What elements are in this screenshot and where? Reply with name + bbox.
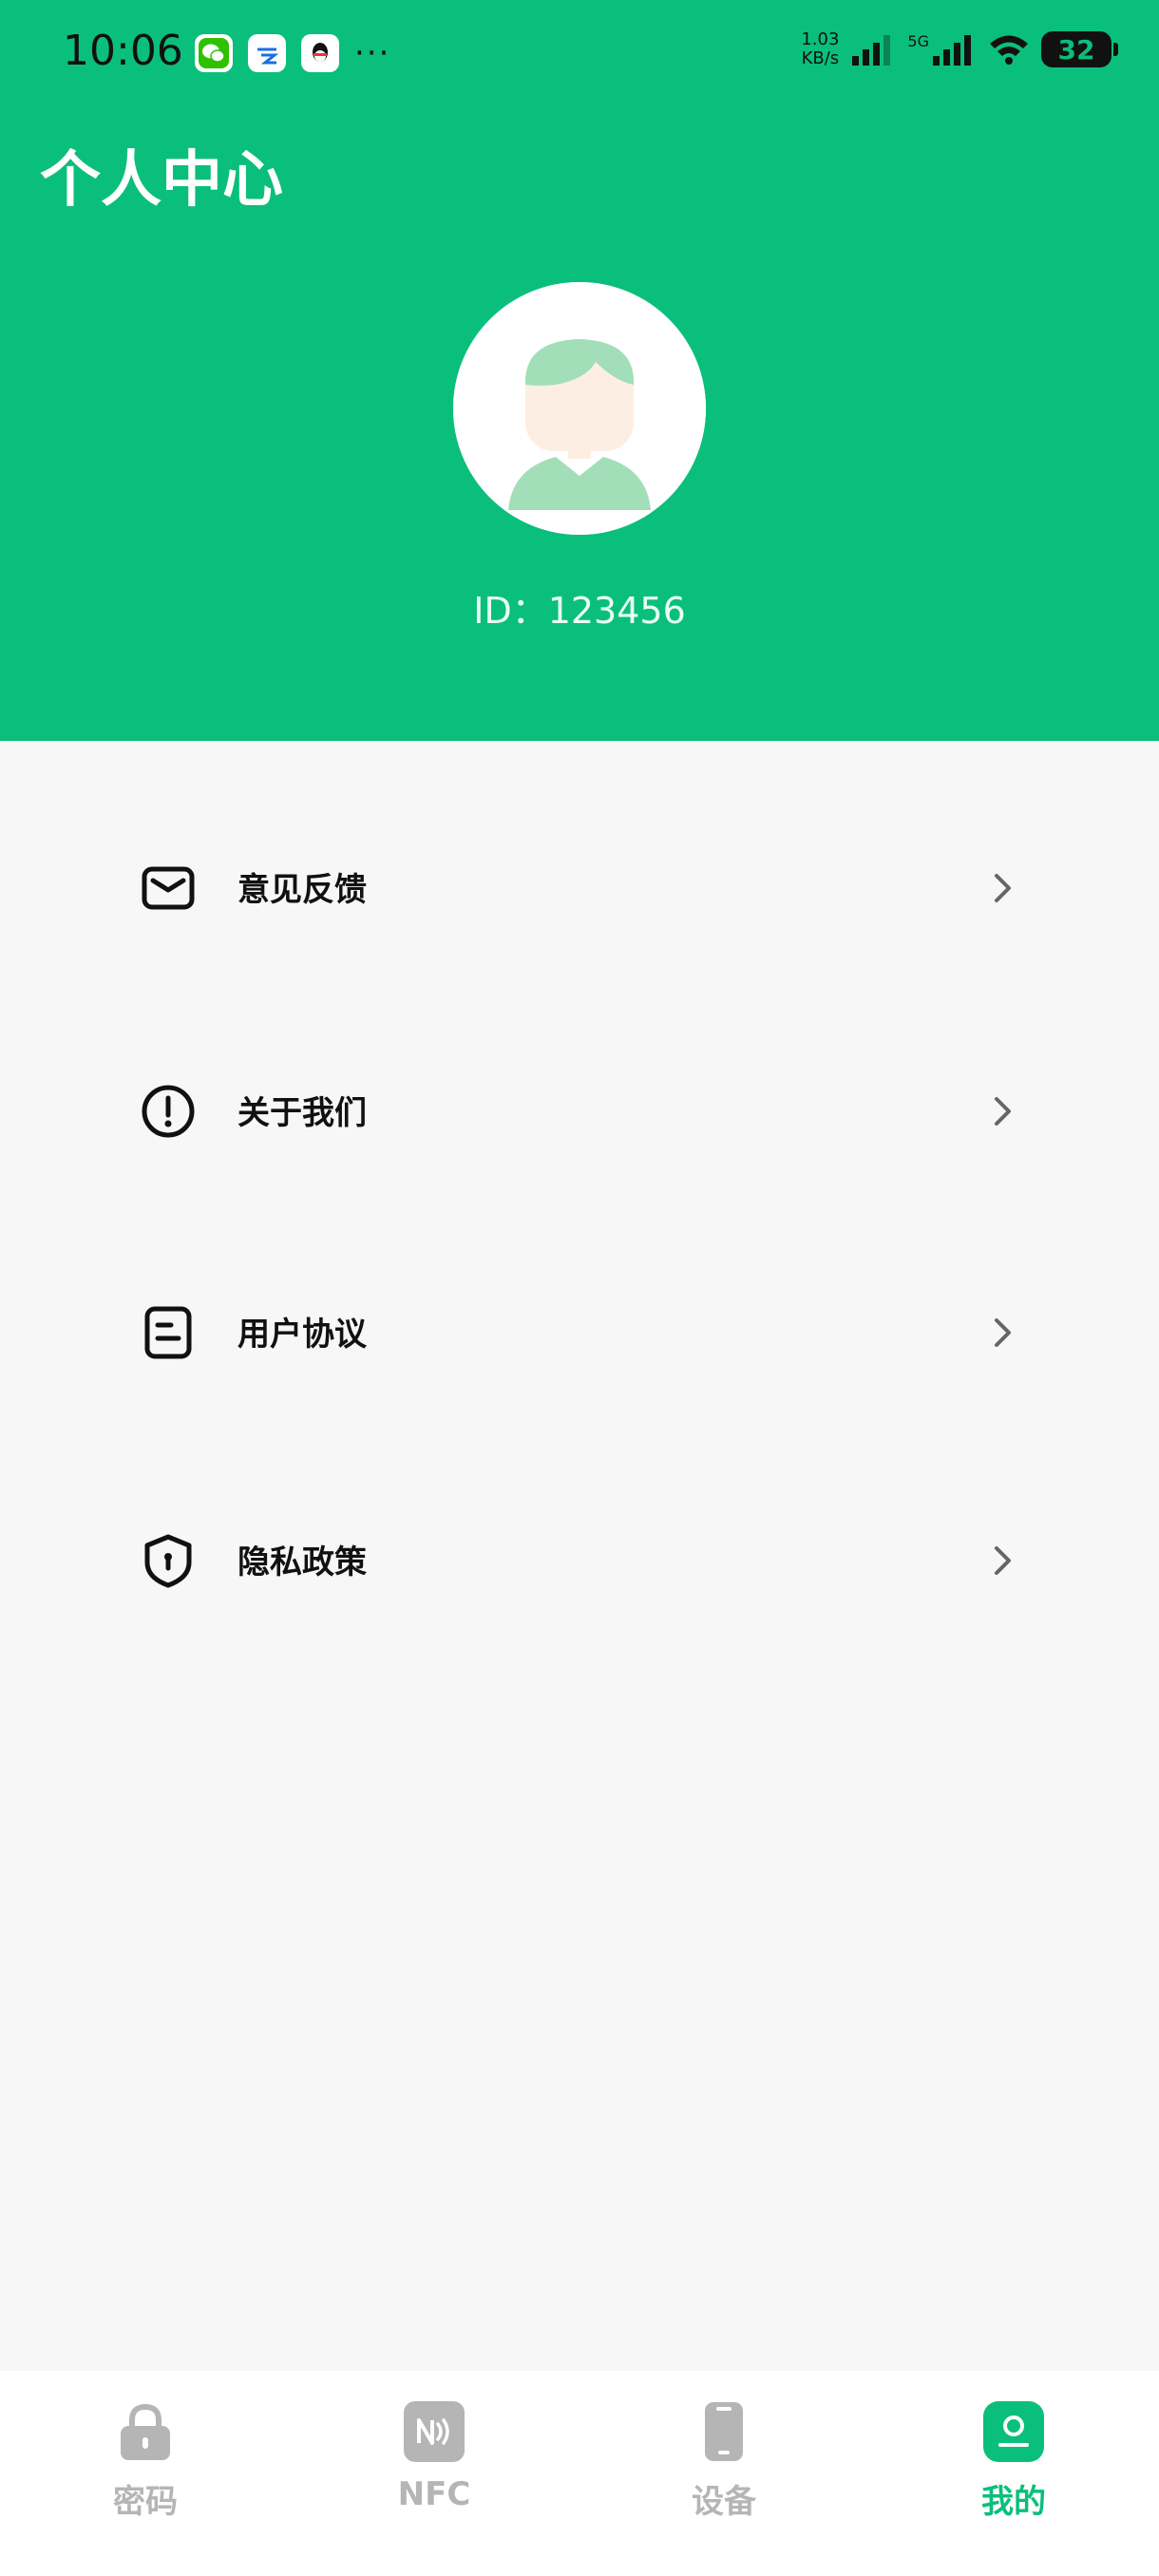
phone-icon <box>705 2402 743 2461</box>
tab-label: NFC <box>397 2475 471 2513</box>
mail-icon <box>142 866 195 910</box>
wifi-icon <box>990 35 1028 65</box>
chevron-right-icon <box>995 1318 1011 1347</box>
network-type-label: 5G <box>907 32 929 50</box>
signal-1-icon <box>852 35 891 66</box>
tab-device[interactable]: 设备 <box>629 2399 819 2542</box>
shield-icon <box>144 1534 192 1588</box>
info-icon <box>142 1085 195 1138</box>
menu-item-label: 隐私政策 <box>238 1544 367 1582</box>
menu-item-feedback[interactable]: 意见反馈 <box>0 829 1159 943</box>
nfc-icon <box>404 2401 465 2462</box>
tab-password[interactable]: 密码 <box>50 2399 240 2542</box>
menu-item-label: 意见反馈 <box>238 871 367 909</box>
signal-2-icon <box>933 35 971 66</box>
avatar[interactable] <box>453 282 706 535</box>
chevron-right-icon <box>995 874 1011 902</box>
tab-label: 我的 <box>981 2483 1046 2521</box>
cloud-app-icon <box>248 34 286 72</box>
profile-header: 10:06 ··· 1.03 KB/s 5G 32 个人中心 ID：123456 <box>0 0 1159 741</box>
chevron-right-icon <box>995 1097 1011 1126</box>
bottom-navigation-bar: 密码 NFC 设备 我的 <box>0 2371 1159 2576</box>
tab-nfc[interactable]: NFC <box>339 2399 529 2542</box>
status-system-icons: 1.03 KB/s 5G 32 <box>801 29 1118 68</box>
menu-item-user-agreement[interactable]: 用户协议 <box>0 1274 1159 1388</box>
menu-item-privacy-policy[interactable]: 隐私政策 <box>0 1502 1159 1616</box>
status-notification-icons: ··· <box>195 34 390 72</box>
chevron-right-icon <box>995 1546 1011 1575</box>
tab-label: 设备 <box>692 2483 756 2521</box>
profile-icon <box>983 2401 1044 2462</box>
user-id: ID：123456 <box>473 590 686 632</box>
tab-mine[interactable]: 我的 <box>919 2399 1109 2542</box>
avatar-person-icon <box>453 282 706 535</box>
battery-indicator: 32 <box>1041 31 1118 67</box>
document-icon <box>144 1306 192 1359</box>
lock-icon <box>121 2403 170 2460</box>
status-time: 10:06 <box>63 27 183 75</box>
menu-item-label: 关于我们 <box>238 1094 367 1132</box>
wechat-icon <box>195 34 233 72</box>
page-title: 个人中心 <box>40 145 283 216</box>
menu-item-label: 用户协议 <box>238 1316 367 1354</box>
qq-icon <box>301 34 339 72</box>
menu-item-about[interactable]: 关于我们 <box>0 1052 1159 1166</box>
tab-label: 密码 <box>113 2483 178 2521</box>
network-speed: 1.03 KB/s <box>801 29 840 68</box>
more-notifications-icon: ··· <box>354 34 391 72</box>
